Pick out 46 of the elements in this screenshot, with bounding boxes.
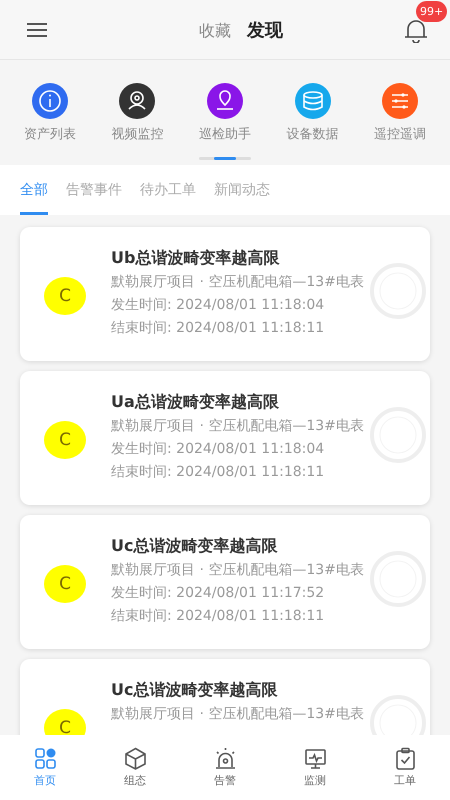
alarm-light-icon bbox=[214, 747, 236, 770]
cube-icon bbox=[124, 747, 146, 770]
alarm-source: 默勒展厅项目 · 空压机配电箱—13#电表 bbox=[111, 273, 364, 292]
alarm-time: 发生时间: 2024/08/01 11:17:52 bbox=[111, 584, 326, 603]
alarm-source: 默勒展厅项目 · 空压机配电箱—13#电表 bbox=[111, 561, 364, 580]
alarm-time: 结束时间: 2024/08/01 11:18:11 bbox=[111, 607, 326, 626]
menu-icon[interactable] bbox=[26, 22, 48, 38]
alarm-card[interactable]: C Uc总谐波畸变率越高限 默勒展厅项目 · 空压机配电箱—13#电表 发生时间: 2024/08/01 11:17:52 结束时间: 2024/08/01 11:18:11 bbox=[20, 515, 430, 649]
alarm-time: 结束时间: 2024/08/01 11:18:11 bbox=[111, 463, 326, 482]
quick-action[interactable]: 遥控遥调 bbox=[360, 83, 440, 143]
nav-item[interactable]: 监测 bbox=[280, 735, 350, 800]
filter-tab[interactable]: 全部 bbox=[20, 165, 48, 215]
alarm-time: 发生时间: 2024/08/01 11:18:04 bbox=[111, 440, 326, 459]
level-badge: C bbox=[44, 565, 86, 603]
alarm-title: Uc总谐波畸变率越高限 bbox=[111, 535, 278, 557]
filter-tab[interactable]: 待办工单 bbox=[140, 165, 196, 215]
grid-icon bbox=[34, 747, 56, 770]
quick-action[interactable]: 设备数据 bbox=[272, 83, 353, 143]
scroll-indicator bbox=[199, 157, 251, 160]
alarm-title: Ua总谐波畸变率越高限 bbox=[111, 391, 280, 413]
filter-tab[interactable]: 告警事件 bbox=[66, 165, 122, 215]
alarm-source: 默勒展厅项目 · 空压机配电箱—13#电表 bbox=[111, 417, 364, 436]
alarm-source: 默勒展厅项目 · 空压机配电箱—13#电表 bbox=[111, 705, 364, 724]
alarm-title: Ub总谐波畸变率越高限 bbox=[111, 247, 280, 269]
header-tab[interactable]: 发现 bbox=[247, 18, 283, 42]
quick-action[interactable]: 资产列表 bbox=[10, 83, 90, 143]
quick-action[interactable]: 巡检助手 bbox=[184, 83, 265, 143]
level-badge: C bbox=[44, 709, 86, 735]
alarm-time: 发生时间: 2024/08/01 11:18:04 bbox=[111, 296, 326, 315]
filter-tab[interactable]: 新闻动态 bbox=[214, 165, 270, 215]
nav-item[interactable]: 工单 bbox=[370, 735, 440, 800]
level-badge: C bbox=[44, 421, 86, 459]
alarm-card[interactable]: C Ua总谐波畸变率越高限 默勒展厅项目 · 空压机配电箱—13#电表 发生时间: 2024/08/01 11:18:04 结束时间: 2024/08/01 11:18:11 bbox=[20, 371, 430, 505]
monitor-icon bbox=[304, 747, 326, 770]
nav-item[interactable]: 首页 bbox=[10, 735, 80, 800]
level-badge: C bbox=[44, 277, 86, 315]
alarm-card[interactable]: C Ub总谐波畸变率越高限 默勒展厅项目 · 空压机配电箱—13#电表 发生时间: 2024/08/01 11:18:04 结束时间: 2024/08/01 11:18:11 bbox=[20, 227, 430, 361]
alarm-card[interactable]: C Uc总谐波畸变率越高限 默勒展厅项目 · 空压机配电箱—13#电表 bbox=[20, 659, 430, 735]
header-tab[interactable]: 收藏 bbox=[199, 20, 231, 42]
quick-action[interactable]: 视频监控 bbox=[97, 83, 178, 143]
nav-item[interactable]: 告警 bbox=[190, 735, 260, 800]
nav-item[interactable]: 组态 bbox=[100, 735, 170, 800]
alarm-time: 结束时间: 2024/08/01 11:18:11 bbox=[111, 319, 326, 338]
notification-badge: 99+ bbox=[416, 0, 448, 22]
alarm-title: Uc总谐波畸变率越高限 bbox=[111, 679, 278, 701]
clipboard-icon bbox=[394, 747, 416, 770]
